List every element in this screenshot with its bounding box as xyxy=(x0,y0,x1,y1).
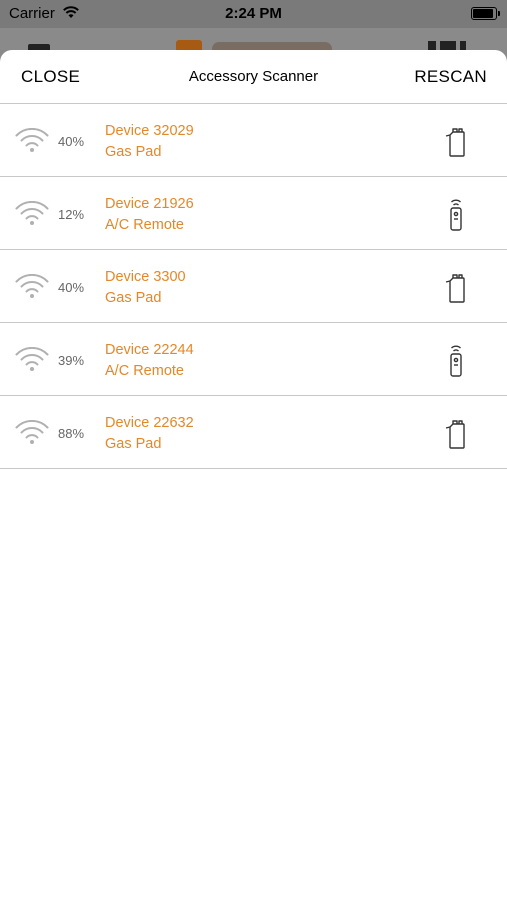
device-row[interactable]: 40% Device 3300 Gas Pad xyxy=(0,250,507,323)
gas-pad-icon xyxy=(445,420,465,449)
device-row[interactable]: 39% Device 22244 A/C Remote xyxy=(0,323,507,396)
status-bar: Carrier 2:24 PM xyxy=(0,0,507,28)
ac-remote-icon xyxy=(450,199,462,231)
device-row[interactable]: 40% Device 32029 Gas Pad xyxy=(0,104,507,177)
device-name: Device 22632 xyxy=(105,415,194,431)
gas-pad-icon xyxy=(445,274,465,303)
signal-strength: 39% xyxy=(58,353,85,368)
device-row[interactable]: 88% Device 22632 Gas Pad xyxy=(0,396,507,469)
device-name: Device 3300 xyxy=(105,269,186,285)
device-type: Gas Pad xyxy=(105,436,162,452)
device-type: A/C Remote xyxy=(105,217,184,233)
close-button[interactable]: CLOSE xyxy=(21,67,80,87)
wifi-signal-icon xyxy=(15,420,49,445)
device-type: Gas Pad xyxy=(105,144,162,160)
device-type: A/C Remote xyxy=(105,363,184,379)
signal-strength: 40% xyxy=(58,280,85,295)
signal-strength: 40% xyxy=(58,134,85,149)
clock: 2:24 PM xyxy=(225,5,282,22)
wifi-signal-icon xyxy=(15,128,49,153)
device-type: Gas Pad xyxy=(105,290,162,306)
gas-pad-icon xyxy=(445,128,465,157)
device-name: Device 32029 xyxy=(105,123,194,139)
device-name: Device 22244 xyxy=(105,342,194,358)
accessory-scanner-sheet: CLOSE Accessory Scanner RESCAN 40% Devic… xyxy=(0,50,507,900)
wifi-signal-icon xyxy=(15,201,49,226)
wifi-signal-icon xyxy=(15,347,49,372)
device-list: 40% Device 32029 Gas Pad 12% Device 2192… xyxy=(0,104,507,469)
signal-strength: 88% xyxy=(58,426,85,441)
rescan-button[interactable]: RESCAN xyxy=(414,67,487,87)
wifi-signal-icon xyxy=(15,274,49,299)
nav-bar: CLOSE Accessory Scanner RESCAN xyxy=(0,50,507,104)
signal-strength: 12% xyxy=(58,207,85,222)
ac-remote-icon xyxy=(450,345,462,377)
device-row[interactable]: 12% Device 21926 A/C Remote xyxy=(0,177,507,250)
device-name: Device 21926 xyxy=(105,196,194,212)
battery-icon xyxy=(471,7,500,20)
